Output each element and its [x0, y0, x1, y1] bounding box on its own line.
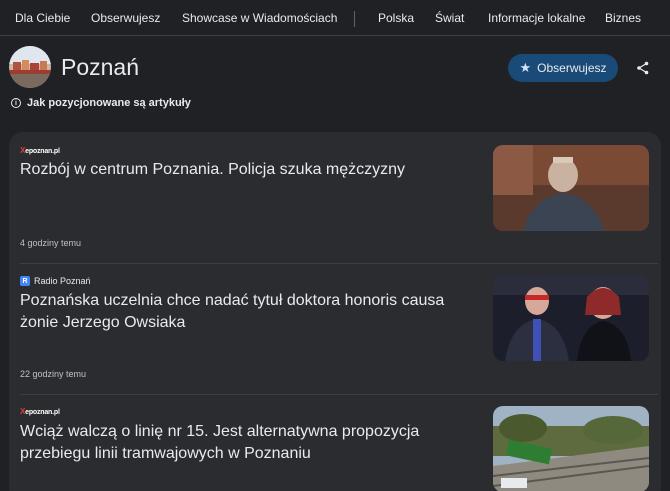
- nav-separator: [354, 11, 355, 27]
- article-source: Xepoznan.pl: [20, 146, 60, 155]
- epoznan-logo-icon: Xepoznan.pl: [20, 146, 60, 155]
- star-icon: ★: [519, 60, 532, 75]
- nav-tab-for-you[interactable]: Dla Ciebie: [15, 11, 70, 25]
- topic-avatar: [9, 46, 51, 88]
- ranking-info-link[interactable]: i Jak pozycjonowane są artykuły: [11, 97, 191, 109]
- article-thumbnail[interactable]: [493, 145, 649, 231]
- nav-tab-following[interactable]: Obserwujesz: [91, 11, 160, 25]
- nav-tab-business[interactable]: Biznes: [605, 11, 641, 25]
- article-divider: [20, 263, 658, 264]
- share-icon[interactable]: [634, 59, 652, 77]
- article-time: 4 godziny temu: [20, 238, 82, 248]
- info-icon: i: [11, 98, 21, 108]
- page-title: Poznań: [61, 54, 140, 80]
- articles-card: Xepoznan.pl Rozbój w centrum Poznania. P…: [9, 132, 661, 491]
- follow-button-label: Obserwujesz: [537, 61, 607, 75]
- article-source-label: Radio Poznań: [34, 276, 91, 286]
- article-divider: [20, 394, 658, 395]
- article-source: Xepoznan.pl: [20, 407, 60, 416]
- article-headline[interactable]: Poznańska uczelnia chce nadać tytuł dokt…: [20, 290, 475, 334]
- ranking-info-label: Jak pozycjonowane są artykuły: [27, 97, 191, 109]
- article-time: 22 godziny temu: [20, 369, 87, 379]
- nav-tab-world[interactable]: Świat: [435, 11, 464, 25]
- nav-tab-showcase[interactable]: Showcase w Wiadomościach: [182, 11, 337, 25]
- nav-tab-poland[interactable]: Polska: [378, 11, 414, 25]
- article-headline[interactable]: Wciąż walczą o linię nr 15. Jest alterna…: [20, 421, 475, 465]
- radio-poznan-logo-icon: R: [20, 276, 30, 286]
- article-headline[interactable]: Rozbój w centrum Poznania. Policja szuka…: [20, 159, 475, 181]
- epoznan-logo-icon: Xepoznan.pl: [20, 407, 60, 416]
- top-nav: Dla Ciebie Obserwujesz Showcase w Wiadom…: [0, 0, 670, 36]
- follow-button[interactable]: ★ Obserwujesz: [508, 54, 618, 82]
- article-thumbnail[interactable]: [493, 275, 649, 361]
- nav-tab-local[interactable]: Informacje lokalne: [488, 11, 585, 25]
- article-thumbnail[interactable]: [493, 406, 649, 491]
- article-source: R Radio Poznań: [20, 276, 91, 286]
